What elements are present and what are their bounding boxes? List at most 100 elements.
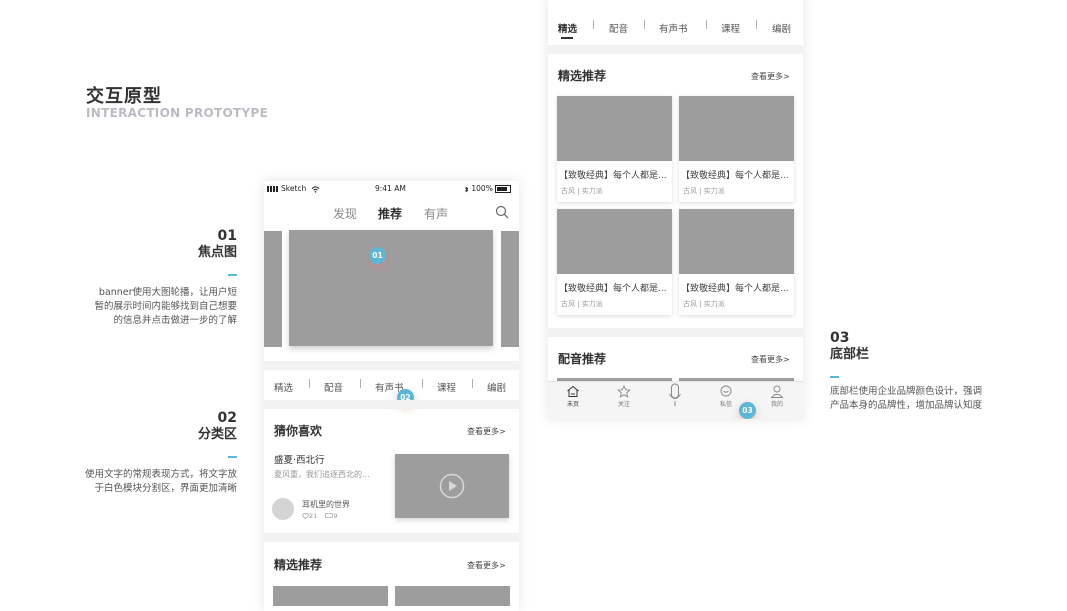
- category-bar: 精选 | 配音 | 有声书 | 课程 | 编剧: [264, 375, 519, 397]
- recommend-item-title[interactable]: 盛夏·西北行: [274, 452, 325, 466]
- category-audiobook[interactable]: 有声书: [659, 21, 688, 35]
- featured-title: 精选推荐: [274, 558, 323, 572]
- annotation-accent-line: [228, 274, 237, 276]
- annotation-number: 03: [830, 330, 850, 346]
- tab-audio[interactable]: 有声: [424, 205, 448, 222]
- annotation-line: 底部栏使用企业品牌颜色设计，强调: [830, 386, 983, 397]
- section-divider: [264, 400, 519, 409]
- tab-discover[interactable]: 发现: [333, 205, 357, 222]
- category-featured[interactable]: 精选: [558, 21, 577, 35]
- category-dubbing[interactable]: 配音: [324, 380, 343, 394]
- like-count: 21: [309, 512, 318, 520]
- annotation-line: 产品本身的品牌性，增加品牌认知度: [830, 400, 983, 411]
- featured-view-more-link[interactable]: 查看更多>: [467, 560, 506, 571]
- section-divider: [264, 361, 519, 370]
- home-icon: [567, 385, 579, 397]
- dubbing-view-more-link[interactable]: 查看更多>: [751, 354, 790, 365]
- nav-label: 关注: [617, 401, 630, 408]
- bluetooth-icon: [464, 185, 469, 193]
- top-tabs: 发现 推荐 有声: [264, 203, 519, 225]
- badge-01: 01: [369, 247, 386, 264]
- annotation-number: 01: [217, 228, 237, 244]
- banner-next-slide[interactable]: [501, 231, 519, 347]
- section-divider: [264, 533, 519, 542]
- featured-card-thumbnail[interactable]: [395, 586, 510, 606]
- guess-you-like-title: 猜你喜欢: [274, 424, 323, 438]
- card-title: 【致敬经典】每个人都是...: [681, 171, 789, 181]
- category-separator: |: [421, 379, 425, 389]
- annotation-03: 03 底部栏 底部栏使用企业品牌颜色设计，强调 产品本身的品牌性，增加品牌认知度: [830, 330, 1030, 413]
- message-icon: [720, 385, 732, 397]
- featured-card[interactable]: 【致敬经典】每个人都是... 古风 | 实力派: [679, 209, 794, 315]
- guess-view-more-link[interactable]: 查看更多>: [467, 426, 506, 437]
- nav-follow[interactable]: 关注: [604, 385, 644, 408]
- nav-home[interactable]: 未页: [553, 385, 593, 408]
- category-bar: 精选 | 配音 | 有声书 | 课程 | 编剧: [548, 16, 803, 39]
- section-divider: [548, 45, 803, 54]
- item-stats: 21 9: [302, 512, 338, 520]
- card-title: 【致敬经典】每个人都是...: [559, 284, 667, 294]
- category-featured[interactable]: 精选: [274, 380, 293, 394]
- nav-label: 我的: [770, 401, 783, 408]
- annotation-description: banner使用大图轮播，让用户短 暂的展示时间内能够找到自己想要 的信息并点击…: [60, 286, 237, 328]
- annotation-title: 焦点图: [197, 245, 237, 260]
- battery-icon: [494, 185, 511, 193]
- category-screenwriting[interactable]: 编剧: [772, 21, 791, 35]
- badge-03: 03: [739, 402, 756, 419]
- microphone-icon: [669, 383, 681, 406]
- bottom-nav: 未页 关注 私信 我的: [548, 381, 803, 419]
- banner-prev-slide[interactable]: [264, 231, 282, 347]
- annotation-number: 02: [217, 410, 237, 426]
- recommend-item-desc: 夏风重，我们追逐西北的...: [274, 470, 370, 479]
- user-icon: [770, 385, 784, 398]
- category-separator: |: [705, 20, 709, 30]
- card-thumbnail: [679, 209, 794, 274]
- battery-percent: 100%: [471, 184, 493, 193]
- featured-card[interactable]: 【致敬经典】每个人都是... 古风 | 实力派: [557, 209, 672, 315]
- status-time: 9:41 AM: [375, 184, 406, 193]
- featured-view-more-link[interactable]: 查看更多>: [751, 71, 790, 82]
- phone-featured-screen: 精选 | 配音 | 有声书 | 课程 | 编剧 精选推荐 查看更多> 【致敬经典…: [548, 0, 803, 419]
- card-thumbnail: [557, 96, 672, 161]
- category-dubbing[interactable]: 配音: [609, 21, 628, 35]
- card-tags: 古风 | 实力派: [561, 300, 603, 308]
- annotation-line: 暂的展示时间内能够找到自己想要: [94, 301, 237, 312]
- annotation-01: 01 焦点图 banner使用大图轮播，让用户短 暂的展示时间内能够找到自己想要…: [60, 228, 237, 328]
- carrier-label: Sketch: [281, 184, 307, 193]
- card-tags: 古风 | 实力派: [561, 187, 603, 195]
- category-course[interactable]: 课程: [721, 21, 740, 35]
- video-thumbnail[interactable]: [395, 454, 509, 518]
- tab-recommend[interactable]: 推荐: [378, 205, 402, 222]
- nav-record[interactable]: [655, 383, 695, 408]
- banner-carousel[interactable]: [289, 230, 493, 346]
- category-course[interactable]: 课程: [437, 380, 456, 394]
- annotation-title: 底部栏: [830, 347, 870, 362]
- category-screenwriting[interactable]: 编剧: [487, 380, 506, 394]
- annotation-title: 分类区: [197, 427, 237, 442]
- search-icon[interactable]: [495, 205, 509, 219]
- comment-count: 9: [333, 512, 338, 520]
- avatar[interactable]: [272, 498, 294, 520]
- featured-card[interactable]: 【致敬经典】每个人都是... 古风 | 实力派: [557, 96, 672, 202]
- play-icon[interactable]: [439, 473, 465, 499]
- featured-card-thumbnail[interactable]: [273, 586, 388, 606]
- annotation-description: 底部栏使用企业品牌颜色设计，强调 产品本身的品牌性，增加品牌认知度: [830, 385, 1030, 413]
- annotation-description: 使用文字的常规表现方式，将文字放 于白色模块分割区，界面更加清晰: [50, 468, 237, 496]
- nav-profile[interactable]: 我的: [757, 385, 797, 408]
- phone-home-screen: Sketch 9:41 AM 100% 发现 推荐 有声 01 精选 | 配音 …: [264, 181, 519, 611]
- dubbing-recommend-title: 配音推荐: [558, 352, 607, 366]
- signal-icon: [267, 186, 279, 192]
- card-thumbnail: [679, 96, 794, 161]
- wifi-icon: [311, 185, 320, 193]
- carrier: Sketch: [267, 184, 320, 193]
- status-bar: Sketch 9:41 AM 100%: [264, 181, 519, 197]
- author-name[interactable]: 耳机里的世界: [302, 499, 350, 510]
- featured-card[interactable]: 【致敬经典】每个人都是... 古风 | 实力派: [679, 96, 794, 202]
- annotation-accent-line: [830, 376, 839, 378]
- category-separator: |: [592, 20, 596, 30]
- active-category-indicator: [561, 37, 573, 39]
- page-subtitle: INTERACTION PROTOTYPE: [86, 106, 269, 120]
- card-thumbnail: [557, 209, 672, 274]
- heart-icon: [302, 513, 309, 520]
- annotation-line: 的信息并点击做进一步的了解: [113, 315, 237, 326]
